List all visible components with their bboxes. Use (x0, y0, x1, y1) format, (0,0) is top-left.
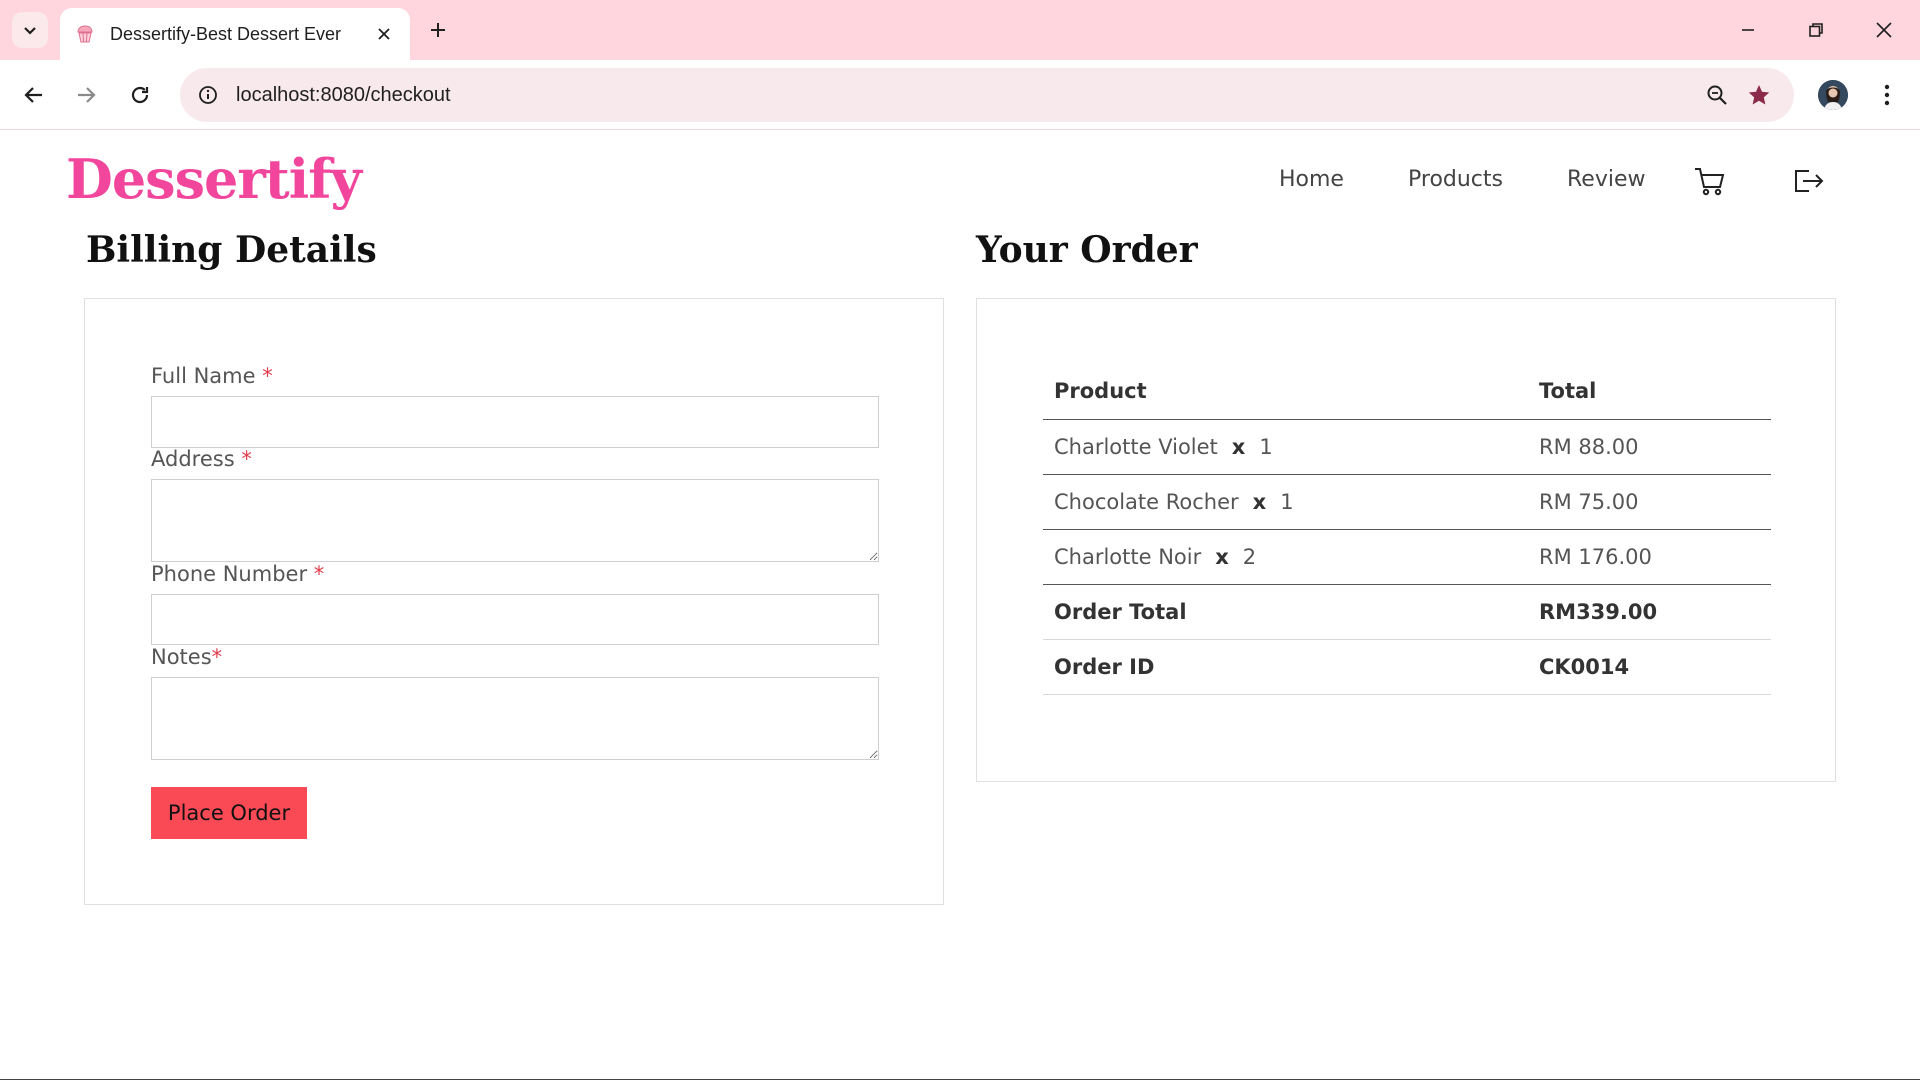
address-label: Address * (151, 447, 252, 471)
times-symbol: x (1215, 544, 1229, 569)
plus-icon (431, 23, 445, 37)
table-row: Charlotte Noir x 2 RM 176.00 (1043, 529, 1771, 585)
product-name: Charlotte Violet (1054, 434, 1218, 459)
product-name: Chocolate Rocher (1054, 489, 1239, 514)
url-text[interactable]: localhost:8080/checkout (236, 68, 451, 122)
nav-products[interactable]: Products (1408, 167, 1503, 192)
full-name-input[interactable] (151, 396, 879, 448)
arrow-left-icon (24, 87, 42, 103)
nav-home[interactable]: Home (1279, 167, 1344, 192)
address-label-text: Address (151, 447, 242, 471)
nav-review[interactable]: Review (1567, 167, 1646, 192)
kebab-menu-icon (1884, 84, 1890, 106)
billing-form: Full Name * Address * Phone Number * Not… (84, 298, 944, 905)
bookmark-star-icon[interactable] (1744, 80, 1774, 110)
phone-number-label: Phone Number * (151, 562, 324, 586)
back-button[interactable] (12, 73, 56, 117)
profile-avatar[interactable] (1818, 80, 1848, 110)
close-icon (1876, 22, 1892, 38)
restore-icon (1809, 23, 1823, 37)
zoom-icon[interactable] (1702, 80, 1732, 110)
required-mark: * (241, 447, 252, 471)
site-info-icon[interactable] (192, 79, 224, 111)
site-logo[interactable]: Dessertify (66, 147, 362, 211)
close-window-button[interactable] (1862, 8, 1906, 52)
cupcake-icon (74, 23, 96, 45)
tab-search-button[interactable] (12, 12, 48, 48)
header-product: Product (1043, 364, 1528, 420)
line-total: RM 75.00 (1528, 474, 1771, 530)
order-id-row: Order ID CK0014 (1043, 639, 1771, 695)
browser-menu-button[interactable] (1872, 77, 1902, 113)
order-summary: Product Total Charlotte Violet x 1 RM 88.0… (976, 298, 1836, 782)
your-order-title: Your Order (976, 229, 1198, 271)
browser-tab-bar: Dessertify-Best Dessert Ever (0, 0, 1920, 60)
browser-tab-active[interactable]: Dessertify-Best Dessert Ever (60, 8, 410, 60)
required-mark: * (313, 562, 325, 586)
times-symbol: x (1231, 434, 1246, 459)
chevron-down-icon (24, 27, 36, 35)
close-tab-icon[interactable] (372, 22, 396, 46)
browser-toolbar: localhost:8080/checkout (0, 60, 1920, 130)
notes-label-text: Notes (151, 645, 212, 669)
logout-icon[interactable] (1790, 163, 1826, 199)
tab-title: Dessertify-Best Dessert Ever (110, 23, 342, 44)
phone-number-input[interactable] (151, 594, 879, 645)
required-mark: * (211, 645, 223, 669)
full-name-label-text: Full Name (151, 364, 263, 388)
order-id-label: Order ID (1043, 639, 1528, 695)
notes-label: Notes* (151, 645, 222, 669)
times-symbol: x (1252, 489, 1267, 514)
order-table-header: Product Total (1043, 364, 1771, 420)
order-table: Product Total Charlotte Violet x 1 RM 88.0… (1043, 364, 1771, 695)
phone-label-text: Phone Number (151, 562, 314, 586)
cart-icon[interactable] (1692, 163, 1728, 199)
order-total-label: Order Total (1043, 584, 1528, 640)
line-total: RM 176.00 (1528, 529, 1771, 585)
line-total: RM 88.00 (1528, 419, 1771, 475)
order-total-row: Order Total RM339.00 (1043, 584, 1771, 640)
table-row: Charlotte Violet x 1 RM 88.00 (1043, 419, 1771, 475)
new-tab-button[interactable] (422, 14, 454, 46)
restore-button[interactable] (1794, 8, 1838, 52)
checkout-page: Dessertify Home Products Review Billing … (0, 131, 1920, 1080)
address-textarea[interactable] (151, 479, 879, 562)
reload-icon (131, 86, 149, 104)
address-bar[interactable]: localhost:8080/checkout (180, 68, 1794, 122)
minimize-button[interactable] (1726, 8, 1770, 52)
product-cell: Charlotte Noir x 2 (1043, 529, 1528, 585)
product-qty: 2 (1242, 544, 1257, 569)
arrow-right-icon (78, 87, 96, 103)
table-row: Chocolate Rocher x 1 RM 75.00 (1043, 474, 1771, 530)
forward-button[interactable] (64, 73, 108, 117)
order-id-value: CK0014 (1528, 639, 1771, 695)
billing-details-title: Billing Details (86, 229, 377, 271)
product-cell: Charlotte Violet x 1 (1043, 419, 1528, 475)
product-name: Charlotte Noir (1054, 544, 1202, 569)
reload-button[interactable] (118, 73, 162, 117)
order-total-value: RM339.00 (1528, 584, 1771, 640)
header-total: Total (1528, 364, 1771, 420)
notes-textarea[interactable] (151, 677, 879, 760)
required-mark: * (262, 364, 273, 388)
product-qty: 1 (1259, 434, 1273, 459)
minimize-icon (1742, 29, 1754, 31)
place-order-button[interactable]: Place Order (151, 787, 307, 839)
product-qty: 1 (1280, 489, 1294, 514)
product-cell: Chocolate Rocher x 1 (1043, 474, 1528, 530)
full-name-label: Full Name * (151, 364, 273, 388)
